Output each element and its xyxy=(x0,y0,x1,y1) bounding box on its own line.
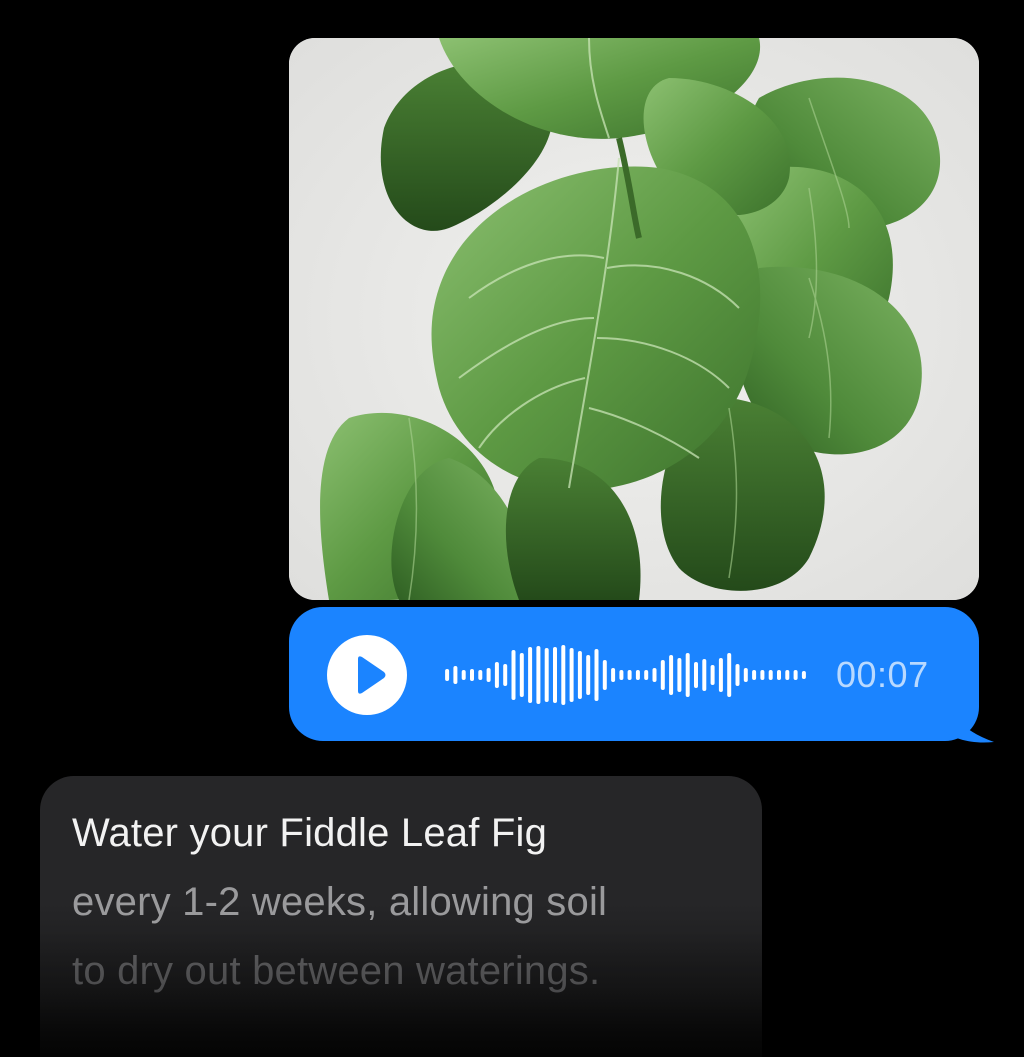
waveform-bar xyxy=(503,664,508,686)
waveform-bar xyxy=(660,660,665,690)
waveform-bar xyxy=(718,658,723,692)
waveform-bar xyxy=(793,670,798,680)
waveform-bar xyxy=(702,659,707,691)
waveform-bar xyxy=(470,669,474,681)
waveform-bar xyxy=(677,658,682,692)
waveform-bar xyxy=(768,670,773,680)
waveform-bar xyxy=(627,670,632,680)
waveform-bar xyxy=(785,670,790,680)
waveform-bar xyxy=(611,668,616,682)
waveform-bar xyxy=(652,668,657,682)
waveform-icon[interactable] xyxy=(443,635,808,715)
waveform-bar xyxy=(760,670,765,680)
waveform-bar xyxy=(694,662,698,688)
message-line-1: Water your Fiddle Leaf Fig xyxy=(72,811,548,855)
waveform-bar xyxy=(586,655,591,695)
waveform-bar xyxy=(743,668,748,682)
play-button[interactable] xyxy=(327,635,407,715)
waveform-bar xyxy=(478,670,483,680)
waveform-bar xyxy=(685,653,690,697)
waveform-bar xyxy=(710,665,715,685)
waveform-bar xyxy=(801,671,806,679)
waveform-bar xyxy=(461,670,466,680)
play-icon xyxy=(358,656,386,694)
waveform-bar xyxy=(644,670,649,680)
waveform-bar xyxy=(619,670,624,680)
waveform-bar xyxy=(528,647,533,703)
waveform-bar xyxy=(445,669,450,681)
fiddle-leaf-fig-photo-icon xyxy=(289,38,979,600)
waveform-bar xyxy=(536,646,541,704)
waveform-bar xyxy=(594,649,599,701)
waveform-bar xyxy=(453,666,458,684)
waveform-bar xyxy=(553,647,557,703)
waveform-bar xyxy=(777,670,781,680)
waveform-bar xyxy=(752,670,757,680)
waveform-bar xyxy=(569,648,574,702)
waveform-bar xyxy=(561,645,566,705)
photo-message[interactable] xyxy=(289,38,979,600)
message-line-2: every 1-2 weeks, allowing soil xyxy=(72,880,608,924)
waveform-bar xyxy=(735,664,740,686)
waveform-bar xyxy=(486,668,491,682)
waveform-bar xyxy=(494,662,499,688)
waveform-bar xyxy=(544,648,549,702)
waveform-bar xyxy=(511,650,516,700)
message-line-3: to dry out between waterings. xyxy=(72,949,601,993)
waveform-bar xyxy=(519,653,524,697)
message-thread: 00:07 Water your Fiddle Leaf Fig every 1… xyxy=(0,0,1024,1057)
waveform-bar xyxy=(669,655,674,695)
waveform-bar xyxy=(577,651,582,699)
waveform-bar xyxy=(635,670,640,680)
bubble-tail-icon xyxy=(940,690,994,743)
audio-duration: 00:07 xyxy=(836,654,929,695)
waveform-bar xyxy=(727,653,732,697)
waveform-bar xyxy=(602,660,607,690)
